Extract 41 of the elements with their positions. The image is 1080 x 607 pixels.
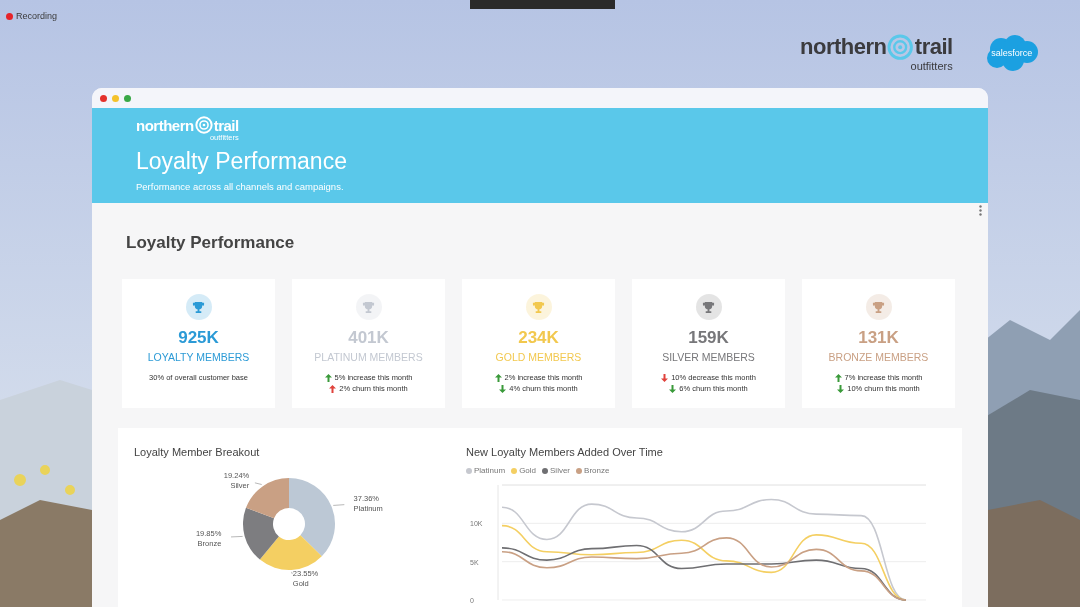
- trophy-icon: [865, 294, 892, 320]
- stat-label: PLATINUM MEMBERS: [314, 351, 423, 363]
- brand-tagline: outfitters: [910, 60, 953, 72]
- stat-value: 401K: [348, 328, 389, 348]
- stat-value: 159K: [688, 328, 729, 348]
- more-icon[interactable]: [979, 205, 982, 216]
- legend-label: Platinum: [474, 466, 506, 475]
- chart-title: Loyalty Member Breakout: [134, 446, 261, 458]
- trophy-icon: [525, 294, 552, 320]
- leader-line: [230, 536, 243, 538]
- legend-label: Gold: [519, 466, 537, 475]
- section-heading: Loyalty Performance: [126, 233, 296, 253]
- stat-label: SILVER MEMBERS: [662, 351, 755, 363]
- brand-name: trail: [213, 116, 239, 134]
- swirl-icon: [194, 116, 213, 135]
- leader-line: [332, 504, 345, 506]
- trophy-icon: [185, 294, 212, 320]
- leader-line: [291, 571, 293, 575]
- stat-value: 131K: [858, 328, 899, 348]
- brand-name: trail: [914, 34, 953, 61]
- stat-value: 234K: [518, 328, 559, 348]
- stat-label: LOYALTY MEMBERS: [147, 351, 250, 363]
- trophy-icon: [695, 294, 722, 320]
- stat-label: BRONZE MEMBERS: [828, 351, 929, 363]
- legend-label: Bronze: [584, 466, 610, 475]
- leader-line: [254, 482, 263, 485]
- trophy-icon: [355, 294, 382, 320]
- brand-name: northern: [800, 34, 887, 61]
- stat-value: 925K: [178, 328, 219, 348]
- header-title: Loyalty Performance: [136, 147, 348, 175]
- stat-label: GOLD MEMBERS: [495, 351, 582, 363]
- brand-name: northern: [136, 116, 194, 134]
- chart-title: New Loyalty Members Added Over Time: [466, 446, 664, 458]
- legend-label: Silver: [550, 466, 571, 475]
- header-subtitle: Performance across all channels and campaigns.: [136, 180, 345, 192]
- salesforce-logo: salesforce: [982, 33, 1041, 73]
- maximize-button[interactable]: [124, 94, 131, 102]
- recording-label: Recording: [16, 11, 58, 21]
- swirl-icon: [887, 34, 914, 61]
- recording-dot: [6, 12, 13, 20]
- close-button[interactable]: [100, 94, 107, 102]
